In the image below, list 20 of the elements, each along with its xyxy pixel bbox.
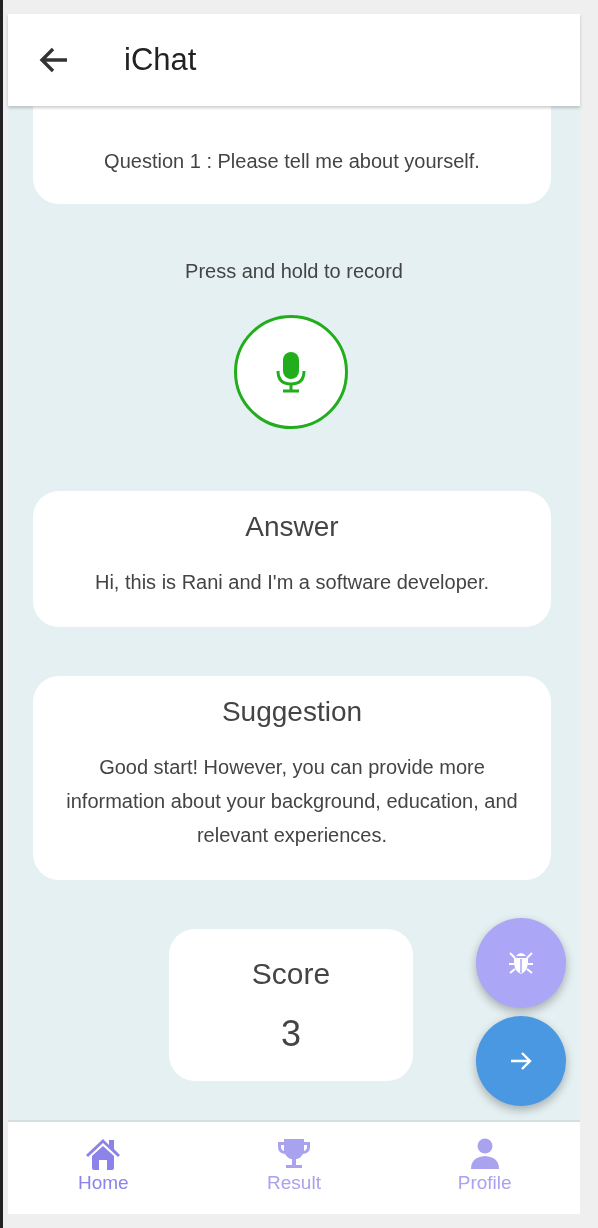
next-button[interactable] bbox=[476, 1016, 566, 1106]
app-title: iChat bbox=[124, 42, 197, 78]
arrow-right-icon bbox=[509, 1051, 533, 1071]
nav-tab[interactable]: Profile bbox=[389, 1122, 580, 1214]
person-icon bbox=[469, 1138, 500, 1170]
score-title: Score bbox=[251, 957, 331, 991]
score-value: 3 bbox=[281, 1013, 301, 1055]
bug-button[interactable] bbox=[476, 918, 566, 1008]
answer-text: Hi, this is Rani and I'm a software developer. bbox=[94, 570, 490, 595]
nav-tab[interactable]: Home bbox=[8, 1122, 199, 1214]
suggestion-title: Suggestion bbox=[220, 696, 364, 728]
suggestion-text: Good start! However, you can provide more information about your background, education, and relevant experiences. bbox=[65, 755, 519, 848]
bug-icon bbox=[508, 949, 534, 977]
record-hint: Press and hold to record bbox=[184, 260, 404, 283]
answer-title: Answer bbox=[244, 511, 340, 543]
question-text: Question 1 : Please tell me about yourself. bbox=[103, 149, 481, 174]
nav-tab[interactable]: Result bbox=[198, 1122, 390, 1214]
microphone-icon bbox=[275, 351, 307, 393]
trophy-icon bbox=[277, 1138, 311, 1170]
home-icon bbox=[85, 1138, 122, 1170]
